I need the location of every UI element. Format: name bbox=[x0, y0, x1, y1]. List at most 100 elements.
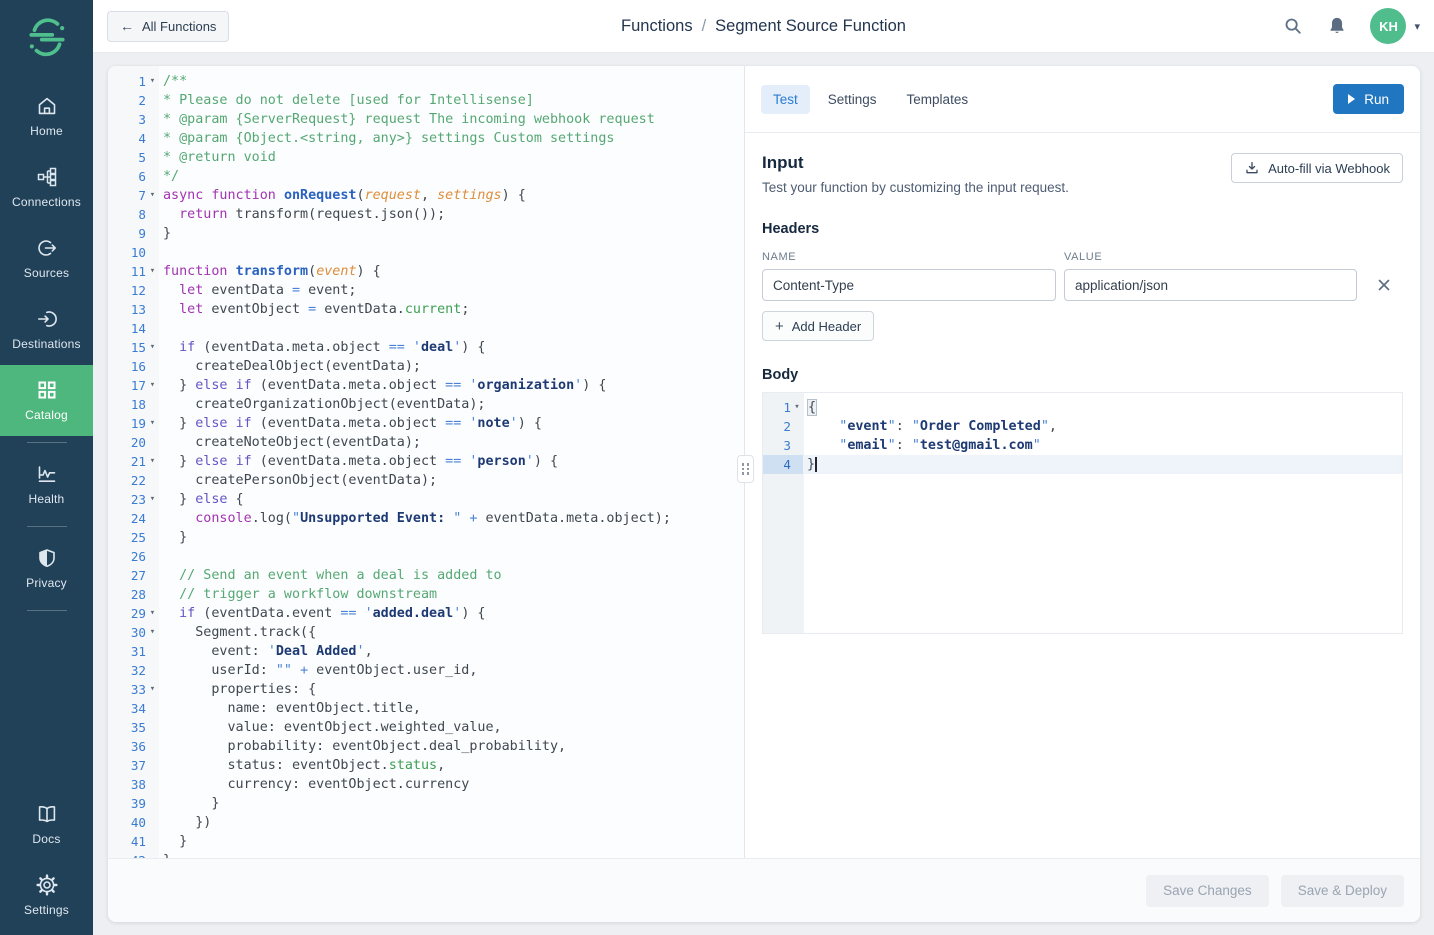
remove-header-button[interactable] bbox=[1377, 278, 1391, 292]
sidebar-item-destinations[interactable]: Destinations bbox=[0, 294, 93, 365]
code-line: 23▾ } else { bbox=[108, 490, 744, 509]
code-line: 32 userId: "" + eventObject.user_id, bbox=[108, 661, 744, 680]
sidebar-item-label: Destinations bbox=[12, 337, 80, 351]
code-line: 39 } bbox=[108, 794, 744, 813]
code-line: 4} bbox=[763, 455, 1402, 474]
sidebar-item-label: Catalog bbox=[25, 408, 68, 422]
sidebar: Home Connections Sources Destinations bbox=[0, 0, 93, 935]
code-line: 18 createOrganizationObject(eventData); bbox=[108, 395, 744, 414]
code-line: 4* @param {Object.<string, any>} setting… bbox=[108, 129, 744, 148]
sidebar-item-settings[interactable]: Settings bbox=[0, 860, 93, 935]
segment-logo-icon[interactable] bbox=[24, 14, 70, 65]
code-line: 13 let eventObject = eventData.current; bbox=[108, 300, 744, 319]
code-line: 24 console.log("Unsupported Event: " + e… bbox=[108, 509, 744, 528]
search-button[interactable] bbox=[1282, 15, 1304, 37]
chevron-down-icon: ▾ bbox=[1414, 20, 1420, 33]
sidebar-item-sources[interactable]: Sources bbox=[0, 223, 93, 294]
breadcrumb-separator: / bbox=[702, 17, 707, 36]
sidebar-item-privacy[interactable]: Privacy bbox=[0, 533, 93, 604]
code-line: 30▾ Segment.track({ bbox=[108, 623, 744, 642]
code-line: 26 bbox=[108, 547, 744, 566]
input-section-subtitle: Test your function by customizing the in… bbox=[762, 180, 1069, 195]
body-code-editor[interactable]: 1▾{2 "event": "Order Completed",3 "email… bbox=[762, 392, 1403, 634]
code-line: 35 value: eventObject.weighted_value, bbox=[108, 718, 744, 737]
all-functions-back-button[interactable]: ← All Functions bbox=[107, 11, 229, 42]
plus-icon: + bbox=[775, 319, 784, 334]
code-line: 6*/ bbox=[108, 167, 744, 186]
test-panel-content: Input Test your function by customizing … bbox=[745, 133, 1420, 858]
code-line: 40 }) bbox=[108, 813, 744, 832]
health-icon bbox=[35, 462, 59, 486]
tab-templates[interactable]: Templates bbox=[895, 85, 981, 114]
sidebar-item-home[interactable]: Home bbox=[0, 81, 93, 152]
bell-icon bbox=[1326, 15, 1348, 37]
sidebar-item-label: Connections bbox=[12, 195, 81, 209]
code-line: 16 createDealObject(eventData); bbox=[108, 357, 744, 376]
code-line: 5* @return void bbox=[108, 148, 744, 167]
code-line: 12 let eventData = event; bbox=[108, 281, 744, 300]
back-arrow-icon: ← bbox=[120, 19, 134, 33]
code-line: 15▾ if (eventData.meta.object == 'deal')… bbox=[108, 338, 744, 357]
destinations-icon bbox=[35, 307, 59, 331]
code-line: 8 return transform(request.json()); bbox=[108, 205, 744, 224]
run-button[interactable]: Run bbox=[1333, 84, 1404, 114]
back-button-label: All Functions bbox=[142, 19, 216, 34]
tab-test[interactable]: Test bbox=[761, 85, 810, 114]
play-icon bbox=[1348, 94, 1355, 104]
header-name-input[interactable] bbox=[762, 269, 1056, 301]
header-value-input[interactable] bbox=[1064, 269, 1357, 301]
function-code-lines: 1▾/**2* Please do not delete [used for I… bbox=[108, 72, 744, 858]
connections-icon bbox=[35, 165, 59, 189]
code-line: 31 event: 'Deal Added', bbox=[108, 642, 744, 661]
catalog-icon bbox=[35, 378, 59, 402]
sidebar-item-label: Privacy bbox=[26, 576, 67, 590]
code-line: 14 bbox=[108, 319, 744, 338]
close-icon bbox=[1377, 278, 1391, 292]
settings-icon bbox=[35, 873, 59, 897]
code-line: 3 "email": "test@gmail.com" bbox=[763, 436, 1402, 455]
code-line: 19▾ } else if (eventData.meta.object == … bbox=[108, 414, 744, 433]
download-icon bbox=[1244, 160, 1260, 176]
code-line: 1▾{ bbox=[763, 398, 1402, 417]
docs-icon bbox=[35, 802, 59, 826]
code-line: 36 probability: eventObject.deal_probabi… bbox=[108, 737, 744, 756]
function-code-editor[interactable]: 1▾/**2* Please do not delete [used for I… bbox=[108, 66, 745, 858]
autofill-webhook-button[interactable]: Auto-fill via Webhook bbox=[1231, 153, 1403, 183]
breadcrumb-functions[interactable]: Functions bbox=[621, 17, 693, 36]
code-line: 41 } bbox=[108, 832, 744, 851]
user-menu[interactable]: KH ▾ bbox=[1370, 8, 1420, 44]
sidebar-divider bbox=[27, 610, 67, 611]
search-icon bbox=[1282, 15, 1304, 37]
test-panel: Test Settings Templates Run Input Test y… bbox=[745, 66, 1420, 858]
header-row bbox=[762, 269, 1403, 301]
sidebar-item-connections[interactable]: Connections bbox=[0, 152, 93, 223]
input-section-title: Input bbox=[762, 153, 1069, 173]
home-icon bbox=[35, 94, 59, 118]
code-line: 25 } bbox=[108, 528, 744, 547]
code-line: 42} bbox=[108, 851, 744, 858]
code-line: 37 status: eventObject.status, bbox=[108, 756, 744, 775]
code-line: 34 name: eventObject.title, bbox=[108, 699, 744, 718]
header-name-label: NAME bbox=[762, 251, 1056, 263]
sidebar-item-docs[interactable]: Docs bbox=[0, 789, 93, 860]
notifications-button[interactable] bbox=[1326, 15, 1348, 37]
add-header-button[interactable]: + Add Header bbox=[762, 311, 874, 341]
pane-resize-handle[interactable] bbox=[737, 455, 754, 483]
tab-settings[interactable]: Settings bbox=[816, 85, 889, 114]
avatar[interactable]: KH bbox=[1370, 8, 1406, 44]
code-line: 7▾async function onRequest(request, sett… bbox=[108, 186, 744, 205]
sidebar-item-catalog[interactable]: Catalog bbox=[0, 365, 93, 436]
code-line: 17▾ } else if (eventData.meta.object == … bbox=[108, 376, 744, 395]
autofill-button-label: Auto-fill via Webhook bbox=[1268, 161, 1390, 176]
drag-dots-icon bbox=[742, 463, 750, 475]
sidebar-divider bbox=[27, 526, 67, 527]
save-changes-button[interactable]: Save Changes bbox=[1146, 875, 1269, 907]
add-header-label: Add Header bbox=[792, 319, 861, 334]
code-line: 29▾ if (eventData.event == 'added.deal')… bbox=[108, 604, 744, 623]
sidebar-item-health[interactable]: Health bbox=[0, 449, 93, 520]
code-line: 1▾/** bbox=[108, 72, 744, 91]
code-line: 22 createPersonObject(eventData); bbox=[108, 471, 744, 490]
sources-icon bbox=[35, 236, 59, 260]
save-deploy-button[interactable]: Save & Deploy bbox=[1281, 875, 1404, 907]
body-code-lines: 1▾{2 "event": "Order Completed",3 "email… bbox=[763, 398, 1402, 474]
